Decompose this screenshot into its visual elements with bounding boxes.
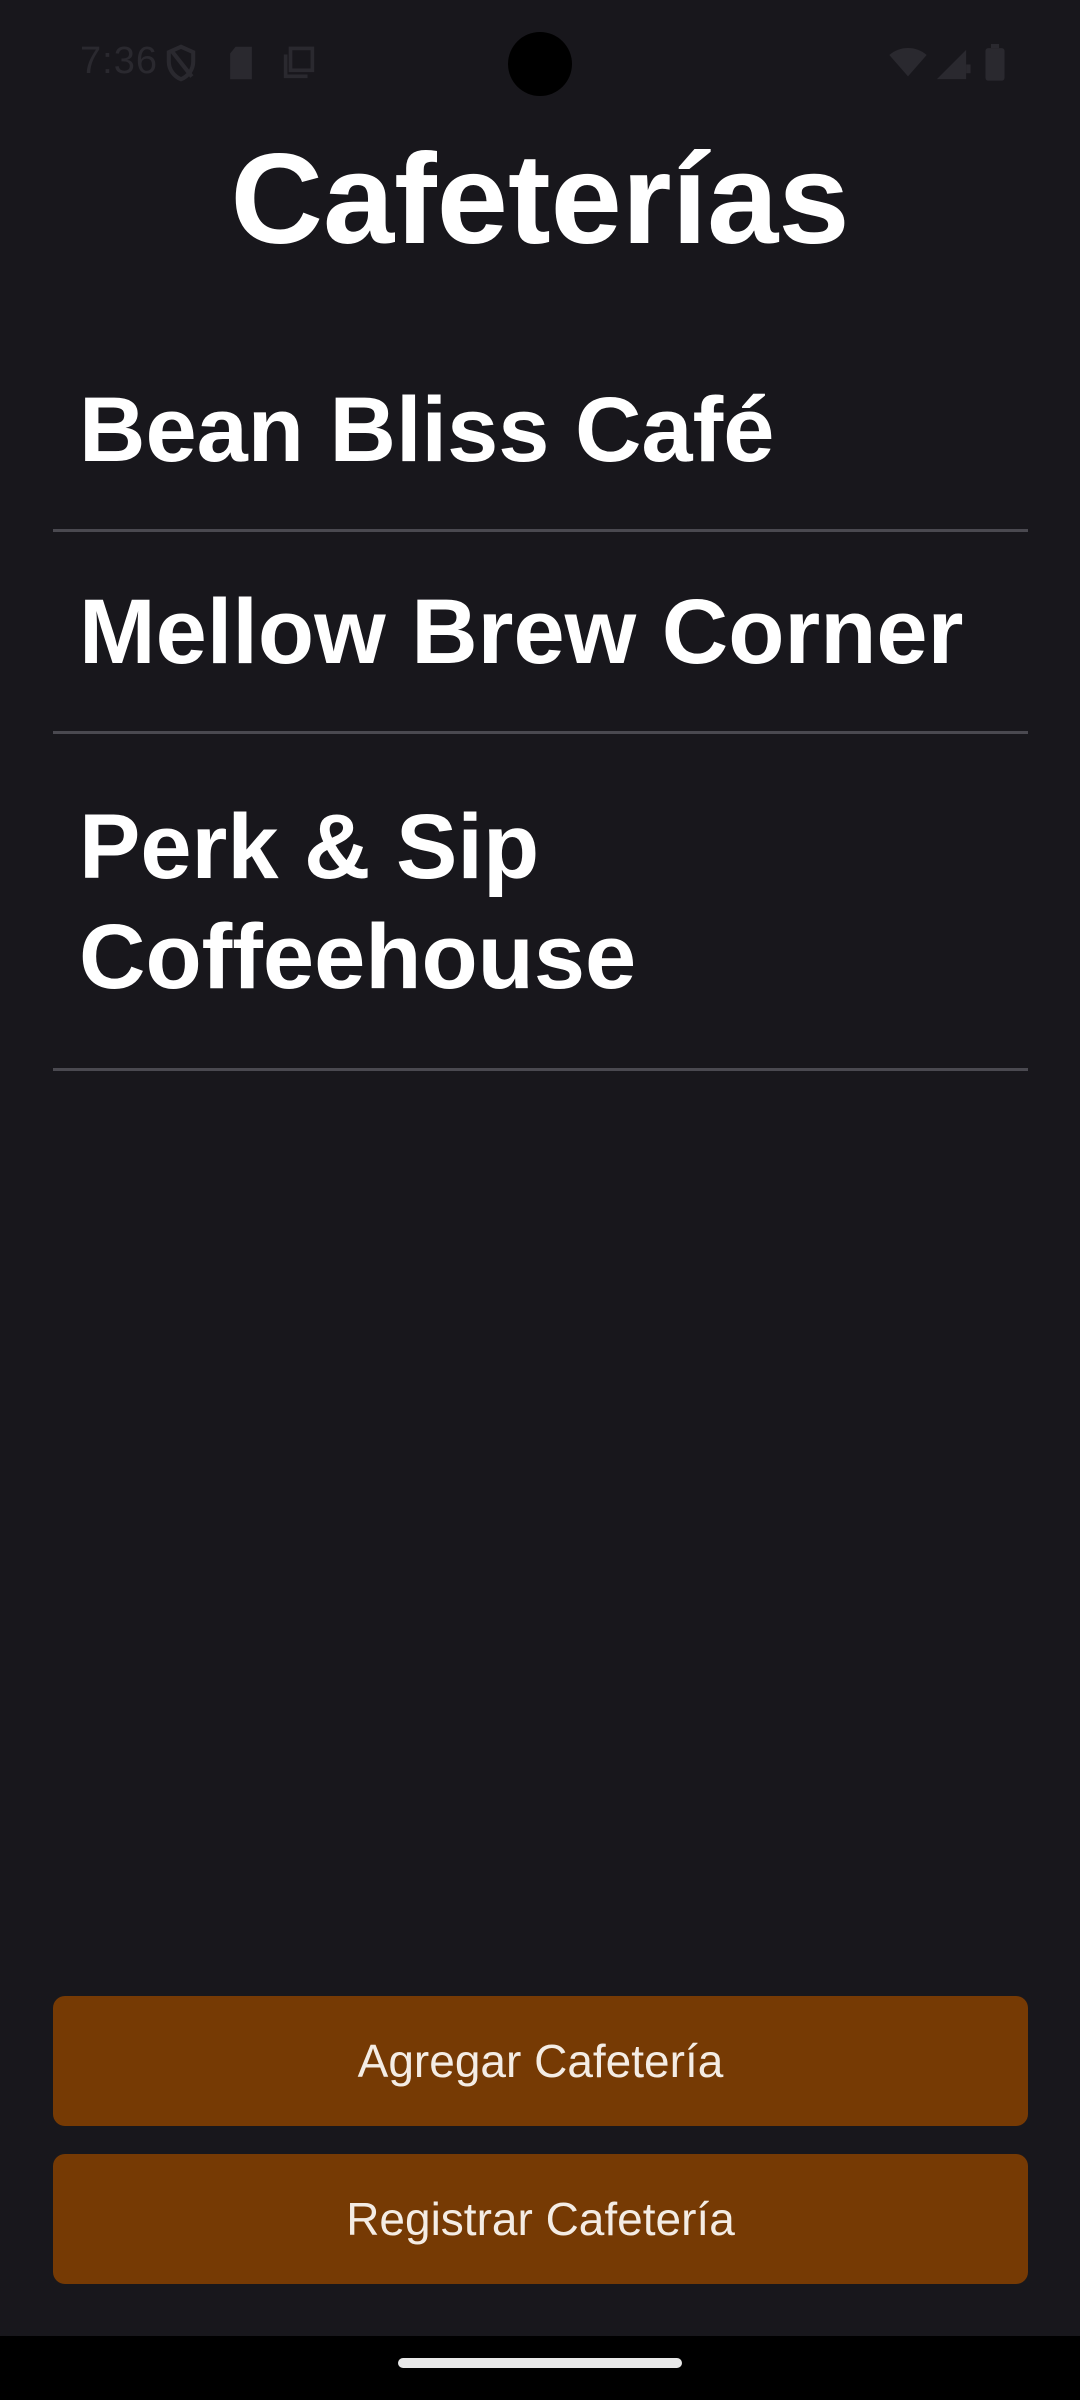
cafe-name-label: Perk & Sip Coffeehouse [79,796,637,1008]
cafe-list: Bean Bliss Café Mellow Brew Corner Perk … [53,330,1028,1071]
navigation-bar [0,2336,1080,2400]
list-item-mellow-brew-corner[interactable]: Mellow Brew Corner [53,532,1028,734]
list-item-perk-and-sip-coffeehouse[interactable]: Perk & Sip Coffeehouse [53,734,1028,1071]
cellular-signal-icon [936,49,971,80]
list-item-bean-bliss-cafe[interactable]: Bean Bliss Café [53,330,1028,532]
screenshot-icon [283,46,315,79]
shield-icon [166,44,196,82]
wifi-icon [889,48,927,77]
home-indicator[interactable] [398,2358,682,2368]
status-time: 7:36 [80,40,158,82]
page-title: Cafeterías [230,128,850,271]
sd-card-icon [230,46,252,80]
camera-cutout [508,32,572,96]
status-bar: 7:36 [0,0,1080,128]
battery-icon [985,44,1005,81]
add-cafe-button[interactable]: Agregar Cafetería [53,1996,1028,2126]
register-cafe-button[interactable]: Registrar Cafetería [53,2154,1028,2284]
